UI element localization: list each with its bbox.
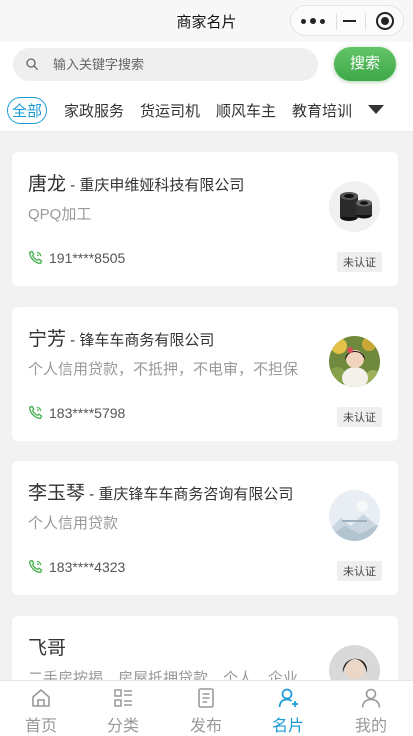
home-icon [32, 689, 50, 707]
search-bar: 搜索 [0, 42, 413, 88]
business-card[interactable]: 唐龙 - 重庆申维娅科技有限公司 QPQ加工 191****8505 未认证 [12, 152, 398, 286]
title-separator: - [85, 486, 99, 503]
phone-icon[interactable] [28, 559, 43, 574]
tabbar-label: 发布 [189, 718, 222, 735]
user-icon [361, 688, 381, 708]
contact-name: 宁芳 [28, 329, 67, 350]
business-description: 二手房按揭、房屋抵押贷款、个人、企业 [28, 670, 299, 680]
bottom-tab-bar: 首页 分类 发布 名片 我的 [0, 680, 413, 736]
capsule-divider [336, 13, 337, 30]
tabbar-label: 分类 [106, 718, 139, 735]
phone-number[interactable]: 183****4323 [49, 559, 125, 575]
tab-housekeeping[interactable]: 家政服务 [64, 100, 124, 121]
tabbar-item-me[interactable]: 我的 [330, 681, 412, 736]
company-name: 重庆锋车车商务咨询有限公司 [98, 486, 294, 503]
capsule-divider [365, 13, 366, 30]
business-description: 个人信用贷款，不抵押，不电审，不担保 [28, 361, 299, 378]
contact-name: 唐龙 [28, 174, 67, 195]
phone-icon[interactable] [28, 250, 43, 265]
card-title: 唐龙 - 重庆申维娅科技有限公司 [28, 169, 244, 196]
tabbar-item-publish[interactable]: 发布 [165, 681, 247, 736]
search-icon [26, 58, 38, 70]
tabbar-label: 我的 [354, 718, 387, 735]
title-separator: - [66, 177, 80, 194]
search-box[interactable] [13, 48, 318, 81]
tabbar-label: 名片 [271, 718, 304, 735]
company-name: 锋车车商务有限公司 [79, 332, 215, 349]
tab-education[interactable]: 教育培训 [292, 100, 352, 121]
business-card[interactable]: 宁芳 - 锋车车商务有限公司 个人信用贷款，不抵押，不电审，不担保 183***… [12, 307, 398, 441]
phone-icon[interactable] [28, 405, 43, 420]
contact-name: 飞哥 [28, 638, 67, 659]
contact-name: 李玉琴 [28, 483, 86, 504]
tab-carpool-owner[interactable]: 顺风车主 [216, 100, 276, 121]
company-name: 重庆申维娅科技有限公司 [79, 177, 245, 194]
dropdown-arrow-icon[interactable] [368, 105, 384, 114]
category-icon [114, 689, 132, 707]
publish-icon [198, 688, 214, 708]
business-description: QPQ加工 [28, 206, 92, 223]
business-card[interactable]: 李玉琴 - 重庆锋车车商务咨询有限公司 个人信用贷款 183****4323 未… [12, 461, 398, 595]
avatar [329, 645, 380, 680]
card-title: 飞哥 [28, 633, 66, 660]
phone-number[interactable]: 183****5798 [49, 405, 125, 421]
tab-freight-driver[interactable]: 货运司机 [140, 100, 200, 121]
card-title: 李玉琴 - 重庆锋车车商务咨询有限公司 [28, 478, 293, 505]
title-separator: - [66, 332, 80, 349]
avatar [329, 181, 380, 232]
search-button[interactable]: 搜索 [334, 47, 396, 81]
search-input[interactable] [53, 55, 303, 74]
status-badge: 未认证 [337, 252, 382, 272]
close-icon[interactable] [376, 12, 394, 30]
card-title: 宁芳 - 锋车车商务有限公司 [28, 324, 214, 351]
avatar [329, 490, 380, 541]
tabbar-item-home[interactable]: 首页 [0, 681, 82, 736]
tab-all[interactable]: 全部 [7, 97, 48, 124]
tabbar-item-category[interactable]: 分类 [82, 681, 164, 736]
tabbar-label: 首页 [24, 718, 57, 735]
tabbar-item-card[interactable]: 名片 [247, 681, 329, 736]
more-icon[interactable] [301, 12, 325, 30]
avatar [329, 336, 380, 387]
business-description: 个人信用贷款 [28, 515, 119, 532]
business-card-list: 唐龙 - 重庆申维娅科技有限公司 QPQ加工 191****8505 未认证 宁… [0, 132, 413, 680]
mini-program-capsule [290, 5, 404, 36]
card-icon [278, 688, 298, 708]
status-badge: 未认证 [337, 561, 382, 581]
business-card[interactable]: 飞哥 二手房按揭、房屋抵押贷款、个人、企业 [12, 616, 398, 680]
navigation-bar: 商家名片 [0, 0, 413, 42]
status-badge: 未认证 [337, 407, 382, 427]
minimize-icon[interactable] [341, 13, 359, 30]
category-tabs: 全部 家政服务 货运司机 顺风车主 教育培训 [0, 88, 413, 132]
phone-number[interactable]: 191****8505 [49, 250, 125, 266]
